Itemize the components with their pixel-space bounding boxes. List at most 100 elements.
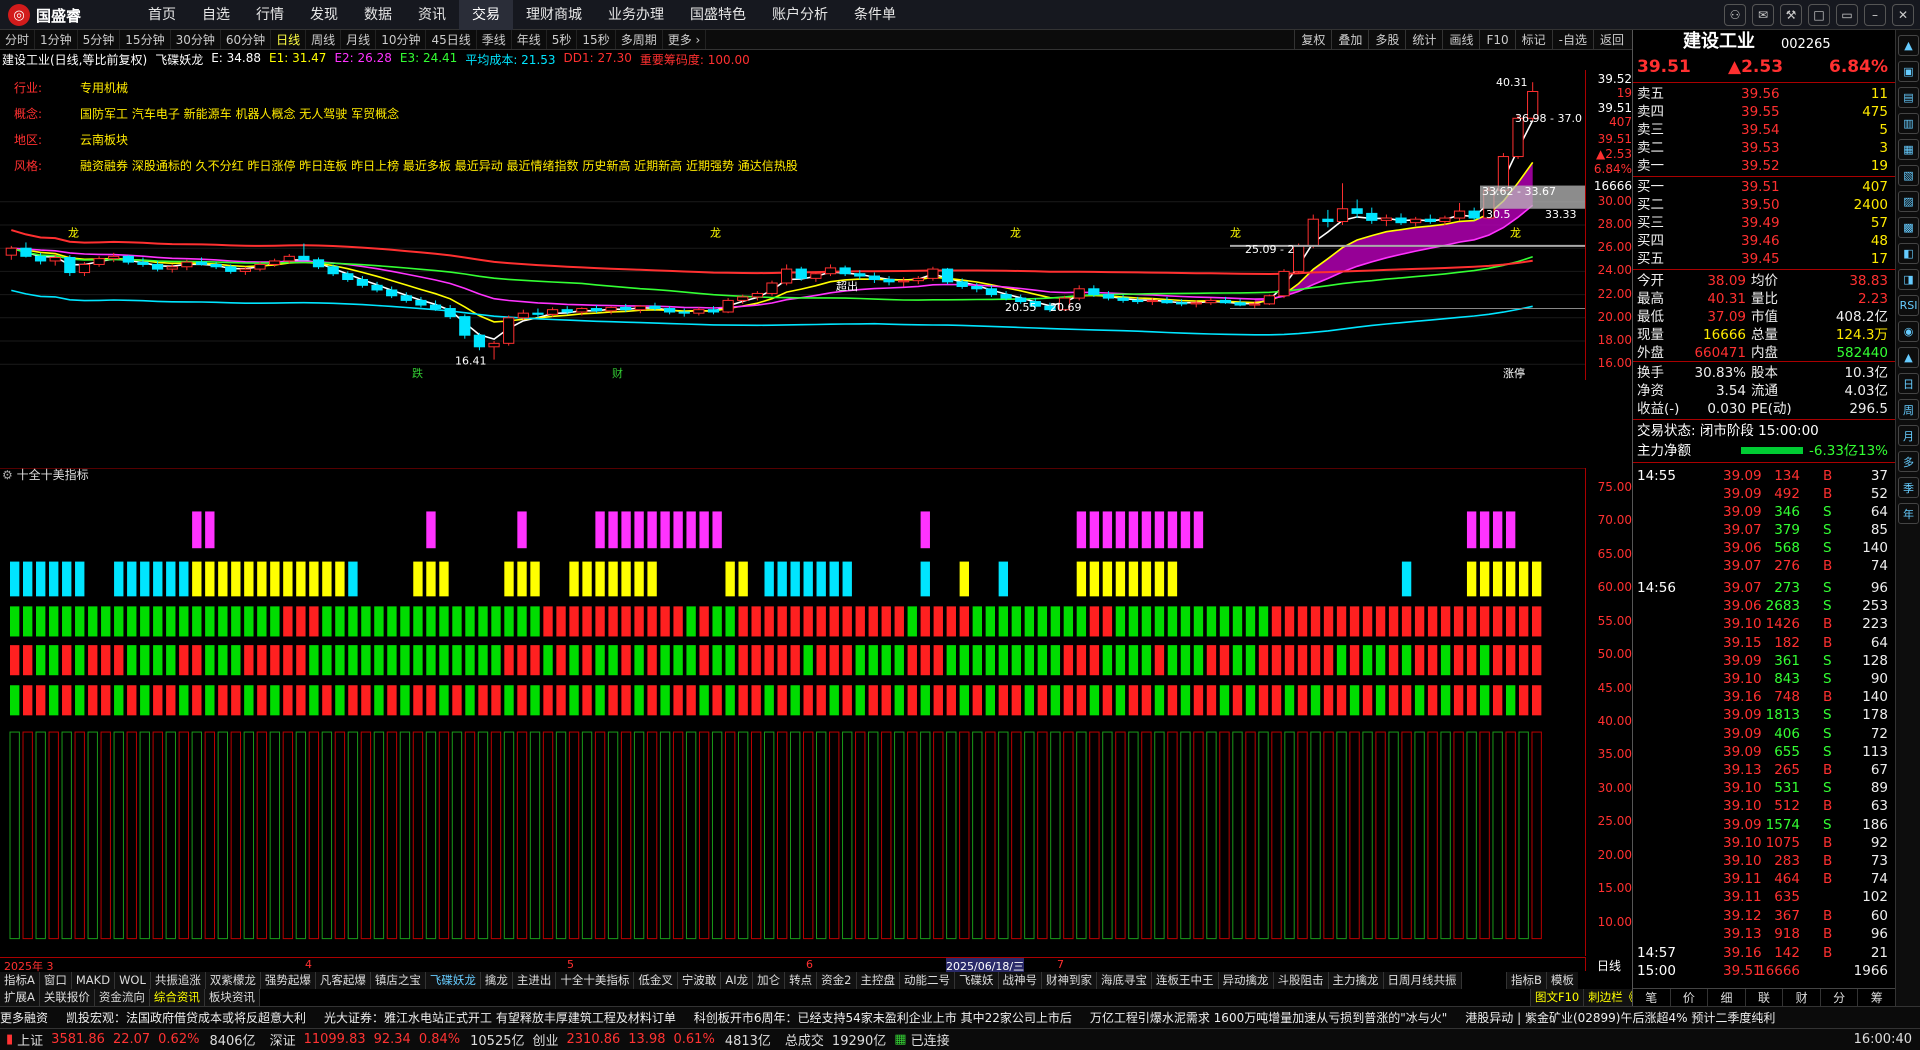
info-tab-right[interactable]: 图文F10 bbox=[1530, 989, 1584, 1006]
bid-price[interactable]: 39.51 bbox=[1741, 178, 1780, 196]
indicator-tab[interactable]: 主进出 bbox=[512, 972, 557, 989]
indicator-tab[interactable]: 飞碟妖龙 bbox=[425, 972, 481, 989]
info-tab[interactable]: 关联报价 bbox=[39, 989, 95, 1006]
toolbar-button[interactable]: 画线 bbox=[1442, 30, 1479, 50]
indicator-name[interactable]: 飞碟妖龙 bbox=[155, 51, 203, 69]
indicator-tab[interactable]: 财神到家 bbox=[1042, 972, 1097, 989]
toolbar-button[interactable]: 复权 bbox=[1294, 30, 1331, 50]
toolbar-button[interactable]: 统计 bbox=[1405, 30, 1442, 50]
ask-price[interactable]: 39.54 bbox=[1741, 121, 1780, 139]
ask-price[interactable]: 39.53 bbox=[1741, 139, 1780, 157]
indicator-tab[interactable]: 连板王中王 bbox=[1152, 972, 1219, 989]
indicator-tab[interactable]: 飞碟妖 bbox=[955, 972, 999, 989]
indicator-tab[interactable]: WOL bbox=[115, 972, 151, 989]
indicator-tab[interactable]: 指标A bbox=[0, 972, 40, 989]
window-control-icon[interactable]: ▭ bbox=[1836, 4, 1858, 26]
news-item[interactable]: 万亿工程引爆水泥需求 1600万吨增量加速从亏损到普涨的"冰与火" bbox=[1090, 1007, 1447, 1028]
indicator-tab[interactable]: 强势起爆 bbox=[260, 972, 316, 989]
side-tool-icon[interactable]: 季 bbox=[1898, 477, 1919, 498]
indicator-tab[interactable]: 主力擒龙 bbox=[1328, 972, 1384, 989]
info-value[interactable]: 专用机械 bbox=[80, 79, 128, 96]
period-tab[interactable]: 60分钟 bbox=[221, 30, 272, 49]
indicator-tab[interactable]: 斗股阻击 bbox=[1273, 972, 1329, 989]
indicator-tab[interactable]: 双紫檬龙 bbox=[205, 972, 261, 989]
side-tool-icon[interactable]: ▤ bbox=[1898, 87, 1919, 108]
indicator-tab[interactable]: 加仑 bbox=[753, 972, 786, 989]
menu-item[interactable]: 行情 bbox=[243, 0, 297, 30]
sh-label[interactable]: 上证 bbox=[17, 1030, 43, 1049]
side-tool-icon[interactable]: ▧ bbox=[1898, 165, 1919, 186]
main-net-label[interactable]: 主力净额 bbox=[1637, 442, 1691, 460]
news-item[interactable]: 凯投宏观：法国政府借贷成本或将反超意大利 bbox=[66, 1007, 306, 1028]
toolbar-button[interactable]: 标记 bbox=[1514, 30, 1552, 50]
period-tab[interactable]: 30分钟 bbox=[171, 30, 221, 49]
info-value[interactable]: 融资融券 深股通标的 久不分红 昨日涨停 昨日连板 昨日上榜 最近多板 最近异动… bbox=[80, 157, 798, 174]
side-tool-icon[interactable]: 多 bbox=[1898, 451, 1919, 472]
menu-item[interactable]: 自选 bbox=[189, 0, 243, 30]
info-value[interactable]: 国防军工 汽车电子 新能源车 机器人概念 无人驾驶 军贸概念 bbox=[80, 105, 399, 122]
indicator-tab[interactable]: 宁波敢 bbox=[677, 972, 722, 989]
period-tab[interactable]: 周线 bbox=[306, 30, 342, 49]
side-tool-icon[interactable]: 周 bbox=[1898, 399, 1919, 420]
menu-item[interactable]: 交易 bbox=[459, 0, 513, 30]
news-item[interactable]: 科创板开市6周年：已经支持54家未盈利企业上市 其中22家公司上市后 bbox=[694, 1007, 1072, 1028]
period-tab[interactable]: 15秒 bbox=[577, 30, 616, 49]
period-tab[interactable]: 月线 bbox=[341, 30, 377, 49]
indicator-tab[interactable]: 主控盘 bbox=[856, 972, 900, 989]
bid-price[interactable]: 39.50 bbox=[1741, 196, 1780, 214]
window-control-icon[interactable]: – bbox=[1864, 4, 1886, 26]
period-tab[interactable]: 日线 bbox=[271, 30, 307, 49]
side-tool-icon[interactable]: ▣ bbox=[1898, 61, 1919, 82]
info-value[interactable]: 云南板块 bbox=[80, 131, 128, 148]
period-tab[interactable]: 年线 bbox=[512, 30, 547, 49]
quote-tab[interactable]: 分 bbox=[1821, 989, 1859, 1006]
toolbar-button[interactable]: 叠加 bbox=[1331, 30, 1368, 50]
sz-label[interactable]: 深证 bbox=[270, 1030, 296, 1049]
period-tab[interactable]: 45日线 bbox=[426, 30, 477, 49]
side-tool-icon[interactable]: ◨ bbox=[1898, 269, 1919, 290]
quote-tab[interactable]: 财 bbox=[1783, 989, 1821, 1006]
side-tool-icon[interactable]: ▲ bbox=[1898, 35, 1919, 56]
period-tab[interactable]: 1分钟 bbox=[35, 30, 78, 49]
menu-item[interactable]: 国盛特色 bbox=[677, 0, 759, 30]
window-control-icon[interactable]: ⚇ bbox=[1724, 4, 1746, 26]
indicator-tab[interactable]: 十全十美指标 bbox=[556, 972, 635, 989]
indicator-tab[interactable]: 擒龙 bbox=[480, 972, 513, 989]
period-tab[interactable]: 5分钟 bbox=[78, 30, 121, 49]
indicator-tab[interactable]: 日周月线共振 bbox=[1383, 972, 1462, 989]
info-tab[interactable]: 综合资讯 bbox=[149, 989, 205, 1006]
toolbar-button[interactable]: 多股 bbox=[1368, 30, 1405, 50]
menu-item[interactable]: 条件单 bbox=[841, 0, 909, 30]
menu-item[interactable]: 发现 bbox=[297, 0, 351, 30]
cy-label[interactable]: 创业 bbox=[533, 1030, 559, 1049]
menu-item[interactable]: 理财商城 bbox=[513, 0, 595, 30]
menu-item[interactable]: 账户分析 bbox=[759, 0, 841, 30]
quote-tab[interactable]: 价 bbox=[1671, 989, 1709, 1006]
indicator-tab[interactable]: 资金2 bbox=[817, 972, 857, 989]
quote-tab[interactable]: 联 bbox=[1746, 989, 1784, 1006]
period-tab[interactable]: 10分钟 bbox=[376, 30, 427, 49]
side-tool-icon[interactable]: 月 bbox=[1898, 425, 1919, 446]
info-tab[interactable]: 资金流向 bbox=[94, 989, 150, 1006]
period-tab[interactable]: 更多 › bbox=[663, 30, 707, 49]
indicator-tab[interactable]: 战神号 bbox=[998, 972, 1042, 989]
info-tab[interactable]: 板块资讯 bbox=[204, 989, 260, 1006]
indicator-tab-right[interactable]: 指标B bbox=[1506, 972, 1546, 989]
side-tool-icon[interactable]: 年 bbox=[1898, 503, 1919, 524]
period-tab[interactable]: 季线 bbox=[477, 30, 512, 49]
news-item[interactable]: 港股异动 | 紫金矿业(02899)午后涨超4% 预计二季度纯利 bbox=[1465, 1007, 1775, 1028]
side-tool-icon[interactable]: ▩ bbox=[1898, 217, 1919, 238]
window-control-icon[interactable]: ✉ bbox=[1752, 4, 1774, 26]
news-item[interactable]: 更多融资 bbox=[0, 1007, 48, 1028]
indicator-tab[interactable]: 镇店之宝 bbox=[370, 972, 426, 989]
toolbar-button[interactable]: 返回 bbox=[1592, 30, 1630, 50]
window-control-icon[interactable]: ⚒ bbox=[1780, 4, 1802, 26]
menu-item[interactable]: 资讯 bbox=[405, 0, 459, 30]
side-tool-icon[interactable]: ▨ bbox=[1898, 191, 1919, 212]
indicator-chart[interactable]: 💰💰 bbox=[0, 468, 1585, 956]
period-tab[interactable]: 多周期 bbox=[616, 30, 663, 49]
side-tool-icon[interactable]: ◉ bbox=[1898, 321, 1919, 342]
side-tool-icon[interactable]: ◧ bbox=[1898, 243, 1919, 264]
indicator-tab[interactable]: 动能二号 bbox=[900, 972, 955, 989]
period-tab[interactable]: 15分钟 bbox=[120, 30, 171, 49]
